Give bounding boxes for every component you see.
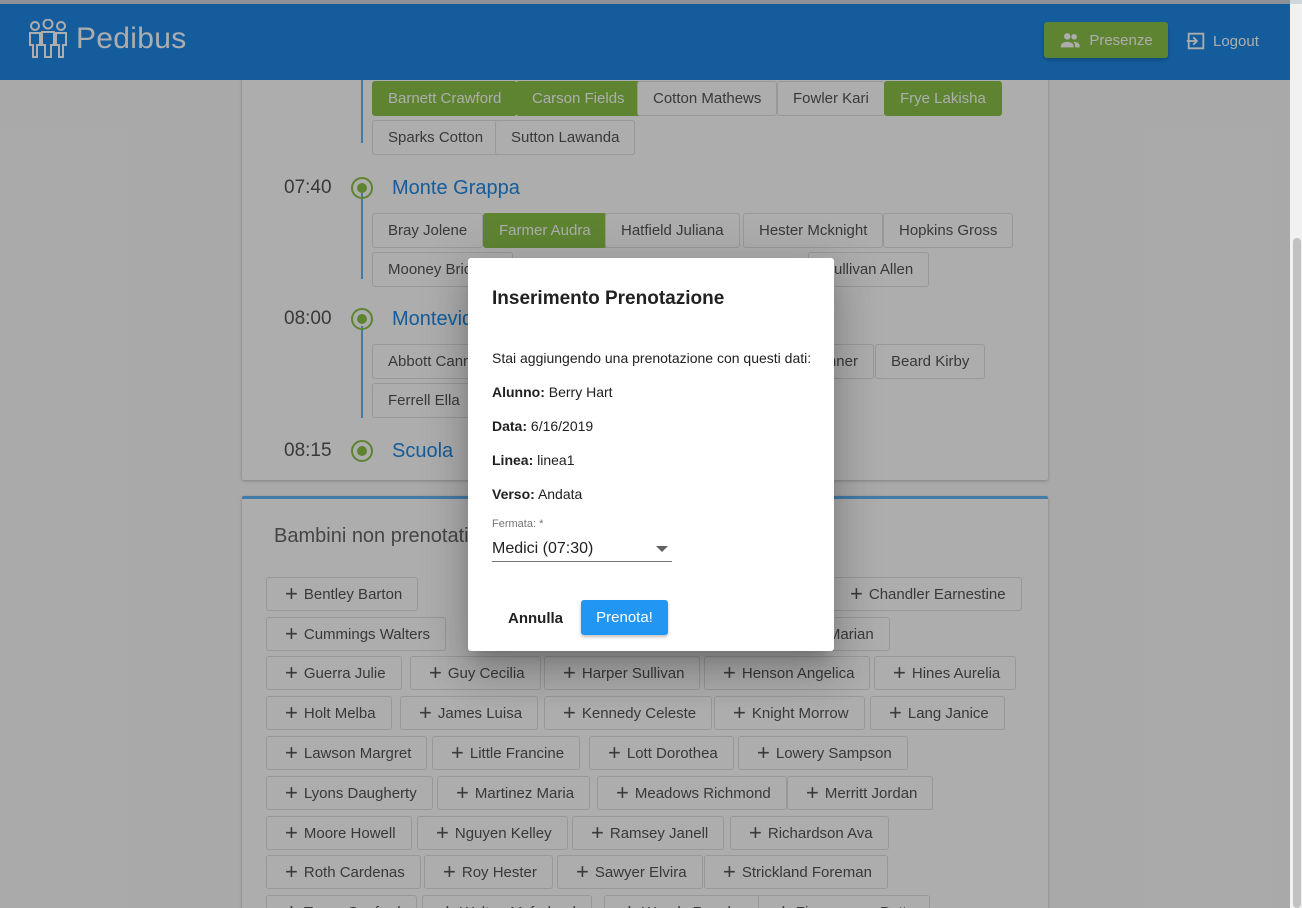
fermata-selected-value: Medici (07:30) bbox=[492, 539, 594, 557]
field-value: Berry Hart bbox=[548, 384, 613, 400]
field-value: Andata bbox=[537, 486, 583, 502]
dialog-title: Inserimento Prenotazione bbox=[492, 288, 725, 309]
dropdown-arrow-icon bbox=[656, 546, 668, 552]
confirm-button[interactable]: Prenota! bbox=[581, 600, 668, 635]
field-label: Data: bbox=[492, 418, 528, 434]
field-value: linea1 bbox=[537, 452, 575, 468]
field-label: Alunno: bbox=[492, 384, 545, 400]
field-label: Verso: bbox=[492, 486, 535, 502]
field-label: Linea: bbox=[492, 452, 534, 468]
booking-dialog: Inserimento Prenotazione Stai aggiungend… bbox=[468, 258, 834, 651]
scrollbar-thumb[interactable] bbox=[1293, 238, 1301, 908]
dialog-intro: Stai aggiungendo una prenotazione con qu… bbox=[492, 350, 812, 366]
field-value: 6/16/2019 bbox=[530, 418, 594, 434]
field-linea: Linea: linea1 bbox=[492, 452, 575, 468]
fermata-select[interactable]: Medici (07:30) bbox=[492, 536, 672, 562]
fermata-label: Fermata: * bbox=[492, 518, 544, 530]
field-alunno: Alunno: Berry Hart bbox=[492, 384, 613, 400]
field-verso: Verso: Andata bbox=[492, 486, 582, 502]
cancel-button[interactable]: Annulla bbox=[496, 601, 575, 635]
field-data: Data: 6/16/2019 bbox=[492, 418, 593, 434]
